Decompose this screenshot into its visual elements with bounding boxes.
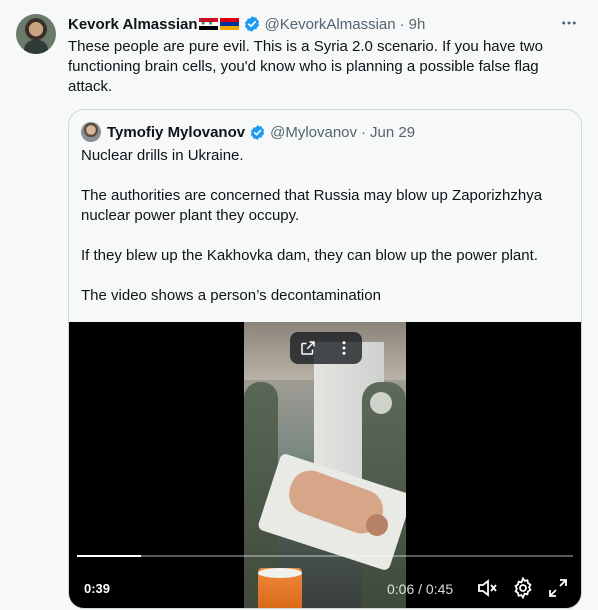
separator-dot: · (399, 15, 405, 33)
more-vertical-icon[interactable] (326, 332, 362, 364)
quoted-tweet-text: Nuclear drills in Ukraine. The authoriti… (81, 146, 571, 326)
gear-icon[interactable] (511, 576, 535, 600)
author-name[interactable]: Kevork Almassian (68, 16, 198, 33)
armenia-flag-icon (219, 18, 239, 30)
quoted-paragraph: If they blew up the Kakhovka dam, they c… (81, 247, 538, 264)
fullscreen-icon[interactable] (546, 576, 570, 600)
quoted-author-avatar[interactable] (81, 122, 101, 142)
separator-dot: · (361, 123, 367, 141)
tweet-timestamp[interactable]: 9h (409, 16, 426, 33)
quoted-tweet[interactable]: Tymofiy Mylovanov @Mylovanov · Jun 29 Nu… (68, 109, 582, 609)
volume-muted-icon[interactable] (475, 576, 499, 600)
video-progress-bar[interactable] (77, 555, 573, 557)
video-player[interactable]: 0:39 0:06 / 0:45 (69, 322, 581, 608)
quoted-paragraph: Nuclear drills in Ukraine. (81, 147, 244, 164)
quoted-author-name[interactable]: Tymofiy Mylovanov (107, 124, 245, 141)
external-link-icon[interactable] (290, 332, 326, 364)
tweet-header: Kevork Almassian @KevorkAlmassian · 9h (68, 14, 425, 34)
quoted-paragraph: The authorities are concerned that Russi… (81, 187, 543, 224)
author-avatar[interactable] (16, 14, 56, 54)
quoted-tweet-header: Tymofiy Mylovanov @Mylovanov · Jun 29 (107, 122, 415, 142)
video-timecode: 0:06 / 0:45 (387, 581, 454, 597)
video-progress-fill (77, 555, 142, 557)
quoted-author-handle[interactable]: @Mylovanov (270, 124, 357, 141)
verified-badge-icon (244, 16, 259, 32)
video-controls: 0:39 0:06 / 0:45 (69, 564, 581, 604)
syria-flag-icon (198, 18, 218, 30)
more-horizontal-icon[interactable] (558, 14, 580, 34)
quoted-paragraph: The video shows a person’s decontaminati… (81, 287, 381, 304)
video-remaining-time: 0:39 (84, 581, 111, 596)
quoted-tweet-timestamp[interactable]: Jun 29 (370, 124, 415, 141)
author-handle[interactable]: @KevorkAlmassian (265, 16, 396, 33)
tweet-card[interactable]: Kevork Almassian @KevorkAlmassian · 9h T… (0, 0, 598, 610)
verified-badge-icon (250, 124, 265, 140)
tweet-text: These people are pure evil. This is a Sy… (68, 38, 543, 95)
video-overlay-buttons (290, 332, 362, 364)
